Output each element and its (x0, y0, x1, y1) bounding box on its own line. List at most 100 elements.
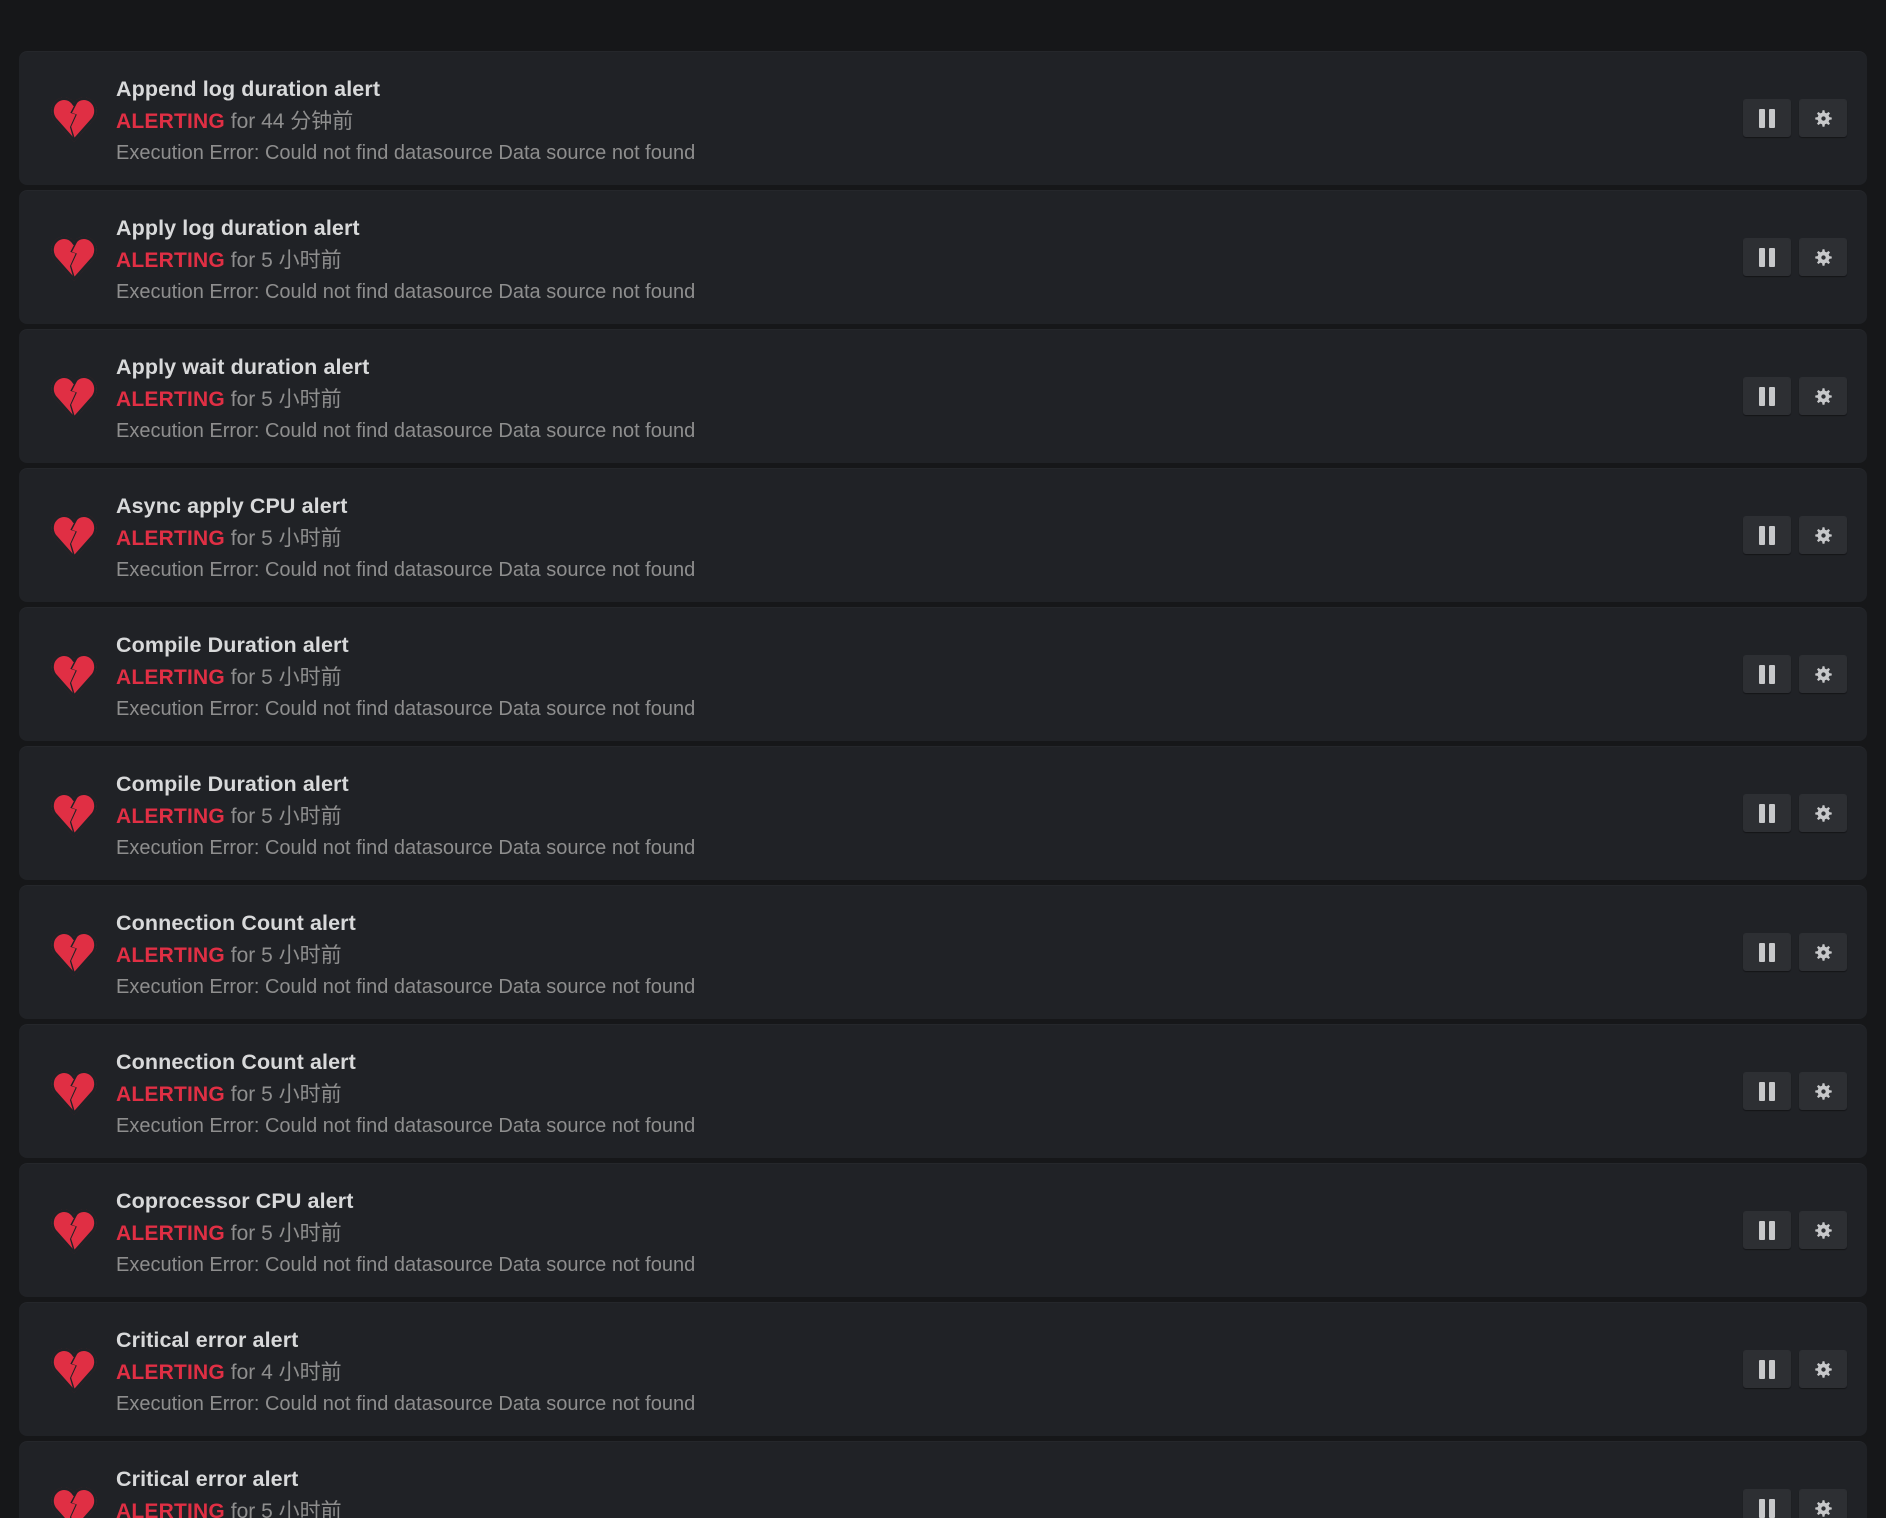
gear-icon (1814, 1499, 1832, 1517)
alert-error-message: Execution Error: Could not find datasour… (116, 419, 696, 442)
gear-icon (1814, 248, 1832, 266)
pause-icon (1759, 1359, 1775, 1379)
alert-rule-name: Critical error alert (116, 1466, 299, 1491)
gear-icon (1814, 387, 1832, 405)
pause-alert-button[interactable] (1743, 1072, 1791, 1110)
pause-icon (1759, 664, 1775, 684)
edit-alert-button[interactable] (1799, 516, 1847, 554)
alert-list-item[interactable]: Compile Duration alert ALERTING for 5 小时… (19, 607, 1867, 741)
alert-error-message: Execution Error: Could not find datasour… (116, 975, 696, 998)
broken-heart-icon (51, 236, 97, 281)
alert-actions (1743, 1024, 1847, 1158)
alert-actions (1743, 190, 1847, 324)
alert-list-item[interactable]: Apply wait duration alert ALERTING for 5… (19, 329, 1867, 463)
alert-error-message: Execution Error: Could not find datasour… (116, 1253, 696, 1276)
alert-state-line: ALERTING for 5 小时前 (116, 1218, 1667, 1249)
edit-alert-button[interactable] (1799, 377, 1847, 415)
alert-list: Append log duration alert ALERTING for 4… (19, 51, 1867, 1518)
alert-duration: for 4 小时前 (224, 1360, 342, 1384)
edit-alert-button[interactable] (1799, 1489, 1847, 1518)
alert-rule-name: Coprocessor CPU alert (116, 1188, 354, 1213)
edit-alert-button[interactable] (1799, 238, 1847, 276)
pause-alert-button[interactable] (1743, 1350, 1791, 1388)
alert-rule-name: Apply wait duration alert (116, 354, 370, 379)
alert-error-message: Execution Error: Could not find datasour… (116, 558, 696, 581)
status-badge: ALERTING (116, 1082, 225, 1106)
gear-icon (1814, 109, 1832, 127)
alert-state-line: ALERTING for 44 分钟前 (116, 106, 1667, 137)
alert-text-block: Apply log duration alert ALERTING for 5 … (116, 190, 1667, 324)
gear-icon (1814, 804, 1832, 822)
broken-heart-icon (51, 1487, 97, 1518)
alert-rule-name: Connection Count alert (116, 1049, 356, 1074)
alert-text-block: Connection Count alert ALERTING for 5 小时… (116, 885, 1667, 1019)
alert-duration: for 5 小时前 (224, 665, 342, 689)
alert-actions (1743, 607, 1847, 741)
alert-duration: for 5 小时前 (224, 387, 342, 411)
edit-alert-button[interactable] (1799, 1211, 1847, 1249)
alert-list-item[interactable]: Async apply CPU alert ALERTING for 5 小时前… (19, 468, 1867, 602)
alert-list-item[interactable]: Connection Count alert ALERTING for 5 小时… (19, 885, 1867, 1019)
pause-alert-button[interactable] (1743, 1489, 1791, 1518)
alert-state-line: ALERTING for 5 小时前 (116, 384, 1667, 415)
pause-icon (1759, 1220, 1775, 1240)
alert-state-line: ALERTING for 5 小时前 (116, 662, 1667, 693)
status-badge: ALERTING (116, 665, 225, 689)
pause-icon (1759, 942, 1775, 962)
pause-alert-button[interactable] (1743, 377, 1791, 415)
edit-alert-button[interactable] (1799, 655, 1847, 693)
alert-actions (1743, 885, 1847, 1019)
status-badge: ALERTING (116, 804, 225, 828)
alert-rule-name: Critical error alert (116, 1327, 299, 1352)
pause-alert-button[interactable] (1743, 655, 1791, 693)
alert-list-page: Append log duration alert ALERTING for 4… (0, 0, 1886, 1518)
alert-actions (1743, 329, 1847, 463)
alert-list-item[interactable]: Critical error alert ALERTING for 5 小时前 … (19, 1441, 1867, 1518)
alert-text-block: Compile Duration alert ALERTING for 5 小时… (116, 746, 1667, 880)
pause-icon (1759, 803, 1775, 823)
alert-error-message: Execution Error: Could not find datasour… (116, 1392, 696, 1415)
edit-alert-button[interactable] (1799, 1072, 1847, 1110)
alert-text-block: Compile Duration alert ALERTING for 5 小时… (116, 607, 1667, 741)
alert-state-line: ALERTING for 5 小时前 (116, 1079, 1667, 1110)
alert-actions (1743, 1163, 1847, 1297)
pause-alert-button[interactable] (1743, 1211, 1791, 1249)
alert-actions (1743, 746, 1847, 880)
status-badge: ALERTING (116, 1360, 225, 1384)
pause-alert-button[interactable] (1743, 933, 1791, 971)
pause-alert-button[interactable] (1743, 516, 1791, 554)
alert-duration: for 5 小时前 (224, 1499, 342, 1518)
status-badge: ALERTING (116, 109, 225, 133)
status-badge: ALERTING (116, 1499, 225, 1518)
pause-icon (1759, 108, 1775, 128)
gear-icon (1814, 526, 1832, 544)
broken-heart-icon (51, 792, 97, 837)
alert-state-line: ALERTING for 4 小时前 (116, 1357, 1667, 1388)
edit-alert-button[interactable] (1799, 794, 1847, 832)
pause-icon (1759, 525, 1775, 545)
pause-alert-button[interactable] (1743, 794, 1791, 832)
edit-alert-button[interactable] (1799, 1350, 1847, 1388)
alert-list-item[interactable]: Apply log duration alert ALERTING for 5 … (19, 190, 1867, 324)
alert-rule-name: Apply log duration alert (116, 215, 360, 240)
broken-heart-icon (51, 653, 97, 698)
alert-actions (1743, 51, 1847, 185)
alert-state-line: ALERTING for 5 小时前 (116, 523, 1667, 554)
alert-list-item[interactable]: Critical error alert ALERTING for 4 小时前 … (19, 1302, 1867, 1436)
status-badge: ALERTING (116, 248, 225, 272)
alert-duration: for 5 小时前 (224, 526, 342, 550)
alert-list-item[interactable]: Compile Duration alert ALERTING for 5 小时… (19, 746, 1867, 880)
alert-rule-name: Connection Count alert (116, 910, 356, 935)
status-badge: ALERTING (116, 387, 225, 411)
alert-actions (1743, 468, 1847, 602)
broken-heart-icon (51, 97, 97, 142)
pause-alert-button[interactable] (1743, 238, 1791, 276)
alert-list-item[interactable]: Append log duration alert ALERTING for 4… (19, 51, 1867, 185)
alert-error-message: Execution Error: Could not find datasour… (116, 280, 696, 303)
alert-list-item[interactable]: Coprocessor CPU alert ALERTING for 5 小时前… (19, 1163, 1867, 1297)
edit-alert-button[interactable] (1799, 99, 1847, 137)
pause-alert-button[interactable] (1743, 99, 1791, 137)
broken-heart-icon (51, 375, 97, 420)
alert-list-item[interactable]: Connection Count alert ALERTING for 5 小时… (19, 1024, 1867, 1158)
edit-alert-button[interactable] (1799, 933, 1847, 971)
